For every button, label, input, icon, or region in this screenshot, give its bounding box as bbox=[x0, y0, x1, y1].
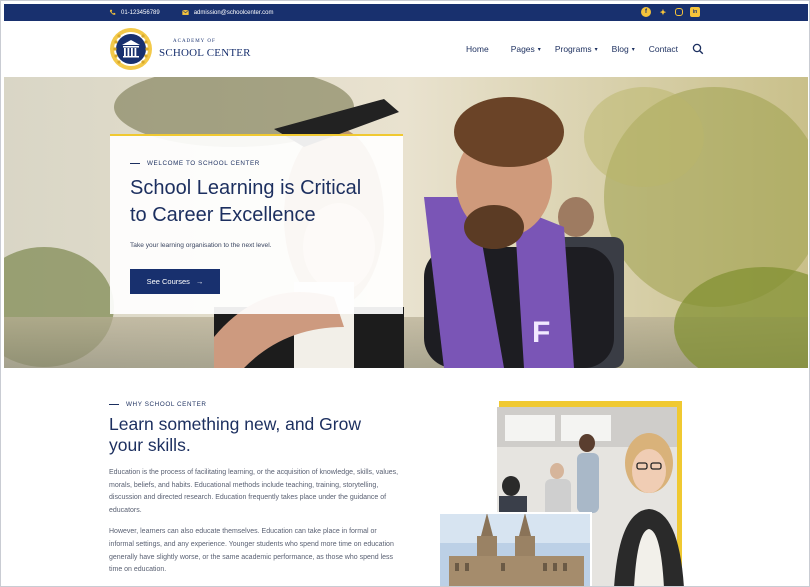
logo-line1: ACADEMY OF bbox=[173, 38, 216, 44]
search-icon[interactable] bbox=[692, 43, 704, 55]
mail-icon bbox=[181, 9, 189, 15]
why-paragraph-2: However, learners can also educate thems… bbox=[109, 528, 394, 574]
why-eyebrow-text: WHY SCHOOL CENTER bbox=[126, 401, 207, 408]
hero-title-line2: to Career Excellence bbox=[130, 204, 316, 226]
hero-title-line1: School Learning is Critical bbox=[130, 177, 362, 199]
nav-label: Blog bbox=[611, 44, 629, 54]
nav-item-contact[interactable]: Contact bbox=[649, 44, 678, 54]
site-logo[interactable]: ACADEMY OF SCHOOL CENTER bbox=[109, 27, 251, 71]
chevron-down-icon: ▾ bbox=[631, 46, 635, 53]
twitter-icon[interactable]: ✦ bbox=[658, 7, 668, 17]
social-links: f ✦ in bbox=[641, 7, 700, 17]
nav-item-pages[interactable]: Pages ▾ bbox=[511, 44, 541, 54]
svg-text:F: F bbox=[532, 316, 550, 349]
hero-section: F WELCOME TO SCHOOL CENTER School Learni… bbox=[4, 77, 808, 368]
nav-item-programs[interactable]: Programs ▾ bbox=[555, 44, 598, 54]
chevron-down-icon: ▾ bbox=[537, 46, 541, 53]
logo-line2: SCHOOL CENTER bbox=[159, 46, 251, 59]
site-header: ACADEMY OF SCHOOL CENTER Home Pages ▾ Pr… bbox=[4, 21, 808, 77]
linkedin-icon[interactable]: in bbox=[690, 7, 700, 17]
hero-title: School Learning is Critical to Career Ex… bbox=[130, 175, 383, 229]
email-contact[interactable]: admission@schoolcenter.com bbox=[181, 9, 274, 16]
why-section: WHY SCHOOL CENTER Learn something new, a… bbox=[109, 401, 399, 577]
eyebrow-dash bbox=[109, 404, 119, 405]
hero-eyebrow-text: WELCOME TO SCHOOL CENTER bbox=[147, 160, 260, 167]
nav-item-blog[interactable]: Blog ▾ bbox=[612, 44, 635, 54]
why-paragraph-1: Education is the process of facilitating… bbox=[109, 469, 399, 514]
hero-eyebrow: WELCOME TO SCHOOL CENTER bbox=[130, 160, 383, 167]
phone-icon bbox=[109, 9, 116, 15]
why-title: Learn something new, and Grow your skill… bbox=[109, 414, 399, 456]
chevron-down-icon: ▾ bbox=[594, 46, 598, 53]
nav-label: Home bbox=[466, 44, 489, 54]
top-contact-bar: 01-123456789 admission@schoolcenter.com … bbox=[4, 4, 808, 21]
why-eyebrow: WHY SCHOOL CENTER bbox=[109, 401, 399, 408]
why-title-line1: Learn something new, and Grow bbox=[109, 414, 361, 434]
phone-contact[interactable]: 01-123456789 bbox=[109, 9, 160, 16]
eyebrow-dash bbox=[130, 163, 140, 164]
academy-seal-icon bbox=[110, 28, 152, 70]
logo-wordmark: ACADEMY OF SCHOOL CENTER bbox=[159, 39, 251, 60]
instagram-icon[interactable] bbox=[675, 8, 683, 16]
nav-label: Pages bbox=[510, 44, 535, 54]
page-frame: 01-123456789 admission@schoolcenter.com … bbox=[0, 0, 810, 587]
see-courses-button[interactable]: See Courses → bbox=[130, 269, 220, 294]
phone-number: 01-123456789 bbox=[121, 9, 160, 16]
see-courses-label: See Courses bbox=[146, 277, 190, 286]
nav-item-home[interactable]: Home bbox=[466, 44, 489, 54]
why-image-collage bbox=[439, 401, 684, 586]
email-address: admission@schoolcenter.com bbox=[193, 9, 274, 16]
hero-card: WELCOME TO SCHOOL CENTER School Learning… bbox=[110, 134, 403, 314]
arrow-right-icon: → bbox=[195, 277, 204, 286]
nav-label: Programs bbox=[554, 44, 592, 54]
hero-subtitle: Take your learning organisation to the n… bbox=[130, 242, 272, 249]
nav-label: Contact bbox=[648, 44, 678, 54]
why-title-line2: your skills. bbox=[109, 435, 191, 455]
facebook-icon[interactable]: f bbox=[641, 7, 651, 17]
main-nav: Home Pages ▾ Programs ▾ Blog ▾ Contact bbox=[446, 43, 704, 55]
